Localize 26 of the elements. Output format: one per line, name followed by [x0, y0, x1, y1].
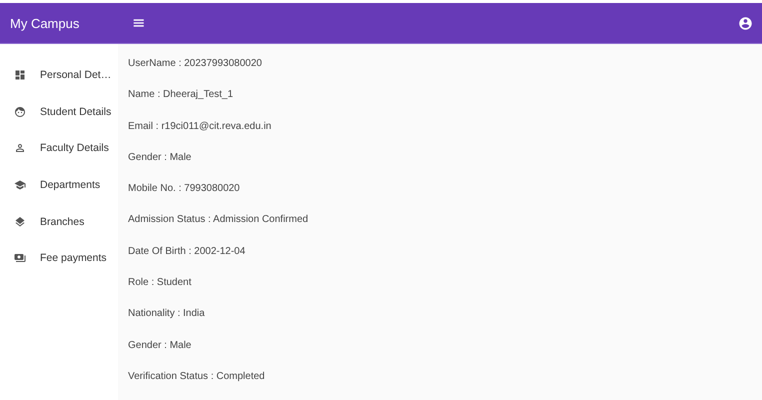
detail-text: Admission Status : Admission Confirmed [128, 214, 310, 228]
detail-text: Verification Status : Completed [128, 370, 266, 384]
dashboard-icon [14, 69, 26, 82]
detail-text: Role : Student [128, 277, 192, 290]
detail-text: Name : Dheeraj_Test_1 [128, 89, 234, 102]
account-icon[interactable] [738, 16, 753, 30]
sidebar-item[interactable]: Departments [0, 166, 118, 204]
detail-text: UserName : 20237993080020 [128, 58, 263, 71]
sidebar-item[interactable]: Faculty Details [0, 130, 118, 167]
sidebar-item[interactable]: Student Details [0, 94, 118, 130]
detail-text: Gender : Male [128, 340, 192, 353]
sidebar-item[interactable]: Personal Det… [0, 57, 118, 94]
detail-text: Date Of Birth : 2002-12-04 [128, 246, 246, 259]
sidebar-item[interactable]: Branches [0, 203, 118, 240]
layers-icon [14, 216, 26, 228]
detail-text: Mobile No. : 7993080020 [128, 183, 241, 196]
menu-button[interactable]: ≡ [128, 15, 150, 31]
money-icon [14, 252, 26, 264]
app-title: My Campus [9, 16, 80, 30]
graduation-cap-icon [14, 179, 26, 192]
detail-text: Gender : Male [128, 152, 192, 165]
sidebar-item[interactable]: Fee payments [0, 240, 118, 277]
person-icon [14, 142, 26, 154]
detail-text: Email : r19ci011@cit.reva.edu.in [128, 120, 272, 134]
face-icon [14, 106, 26, 118]
detail-text: Nationality : India [128, 308, 206, 322]
